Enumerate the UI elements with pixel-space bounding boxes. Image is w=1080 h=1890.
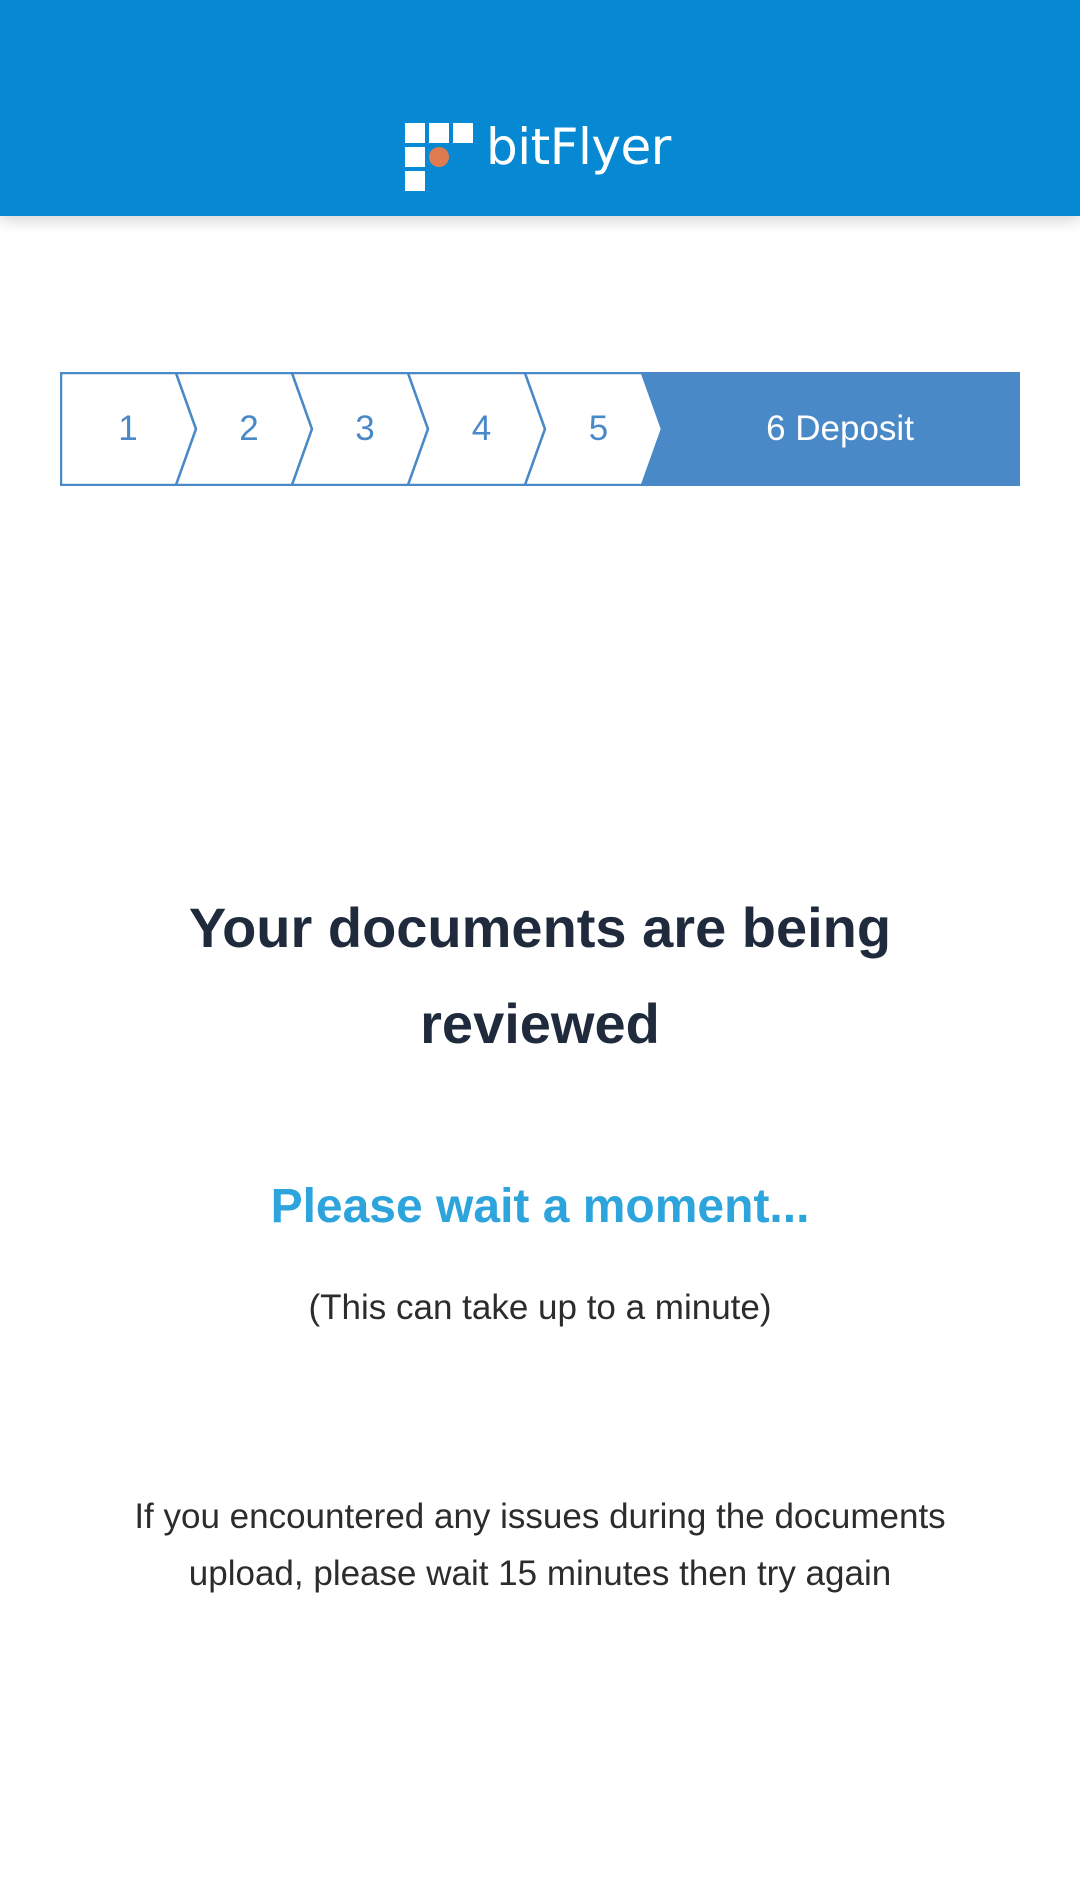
step-6-label: 6 Deposit [766, 409, 914, 448]
bitflyer-logo: bitFlyer [405, 118, 675, 192]
app-header: bitFlyer [0, 0, 1080, 216]
wait-note: (This can take up to a minute) [308, 1288, 772, 1327]
page-title: Your documents are being reviewed [188, 896, 892, 1055]
brand-name: bitFlyer [486, 118, 671, 176]
step-1-label: 1 [118, 409, 138, 448]
issues-message: If you encountered any issues during the… [134, 1497, 946, 1593]
step-4-label: 4 [471, 409, 492, 448]
bitflyer-logo-icon [405, 123, 473, 191]
step-2-label: 2 [239, 409, 259, 448]
step-3-label: 3 [355, 409, 375, 448]
wait-message: Please wait a moment... [270, 1180, 810, 1233]
step-5-label: 5 [588, 409, 609, 448]
progress-stepper: 1 2 3 4 5 6 Deposit [60, 372, 1020, 486]
